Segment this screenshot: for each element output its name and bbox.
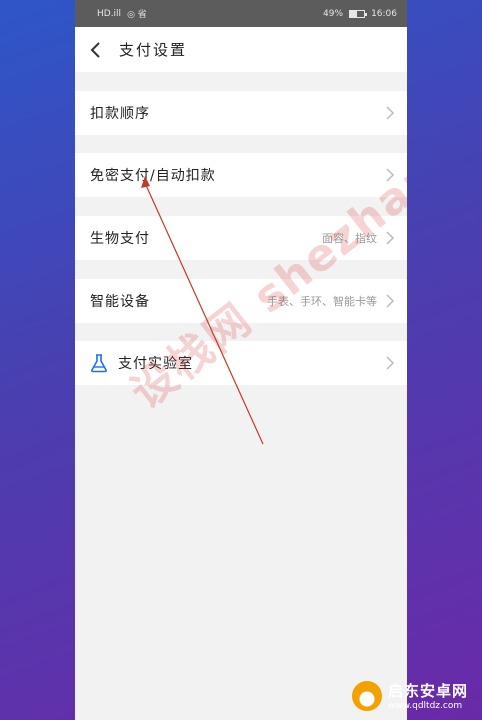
battery-icon [349,9,368,18]
chevron-right-icon [386,356,395,370]
battery-percent: 49% [323,8,344,19]
row-label: 智能设备 [90,294,150,310]
status-bar: HD.ill ◎ 省 49% 16:06 [75,0,407,27]
header: 支付设置 [75,27,407,72]
chevron-right-icon [386,168,395,182]
clock: 16:06 [371,8,397,19]
battery-fill [350,10,357,17]
row-value: 手表、手环、智能卡等 [267,295,377,308]
chevron-right-icon [386,106,395,120]
signal-indicator: HD.ill [97,8,122,19]
row-label: 免密支付/自动扣款 [90,168,216,184]
row-label: 支付实验室 [118,356,193,372]
row-label: 扣款顺序 [90,106,150,122]
back-arrow-icon[interactable] [89,41,107,59]
flask-icon [91,354,107,373]
row-label: 生物支付 [90,231,150,247]
status-left: HD.ill ◎ 省 [97,7,147,21]
page-title: 支付设置 [119,41,188,59]
row-biometric-pay[interactable]: 生物支付 面容、指纹 [75,216,407,260]
row-deduction-order[interactable]: 扣款顺序 [75,91,407,135]
row-value: 面容、指纹 [322,232,377,245]
status-extras: ◎ 省 [127,10,147,20]
row-passwordless-pay[interactable]: 免密支付/自动扣款 [75,153,407,197]
phone-screen: HD.ill ◎ 省 49% 16:06 支付设置 扣款顺序 免密支付/自动扣款… [75,0,407,720]
logo-mark-icon [352,680,382,711]
chevron-right-icon [386,294,395,308]
logo-name: 启东安卓网 [388,682,469,700]
logo-text: 启东安卓网 www.qdltdz.com [388,680,468,711]
row-payment-lab[interactable]: 支付实验室 [75,341,407,385]
chevron-right-icon [386,231,395,245]
logo-url: www.qdltdz.com [388,701,463,711]
status-right: 49% 16:06 [323,9,397,19]
site-logo: 启东安卓网 www.qdltdz.com [352,680,468,711]
row-smart-devices[interactable]: 智能设备 手表、手环、智能卡等 [75,279,407,323]
